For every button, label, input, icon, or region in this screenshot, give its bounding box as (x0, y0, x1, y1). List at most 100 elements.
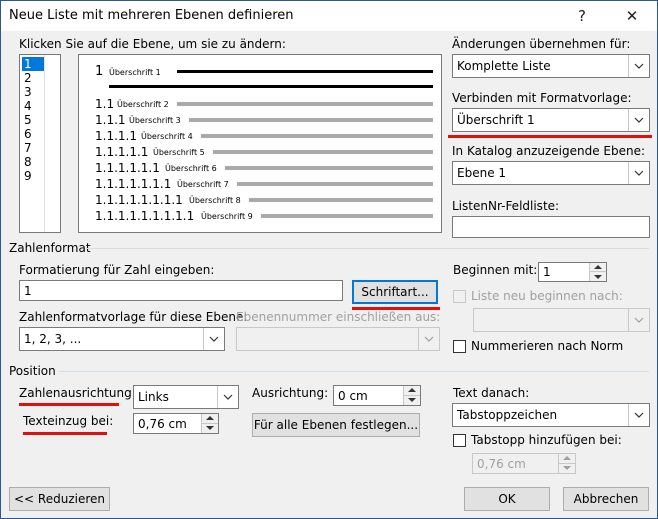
reduce-button[interactable]: << Reduzieren (9, 487, 110, 511)
font-button[interactable]: Schriftart... (352, 280, 438, 304)
annotation-underline (448, 135, 652, 138)
spin-up-icon[interactable] (559, 454, 575, 464)
spin-down-icon[interactable] (404, 396, 420, 406)
preview-heading: Überschrift 7 (177, 180, 229, 189)
preview-bar (177, 102, 433, 106)
level-item[interactable]: 1 (22, 57, 44, 71)
include-level-label: Ebenennummer einschließen aus: (236, 310, 441, 324)
apply-to-combo[interactable]: Komplette Liste (452, 54, 650, 78)
add-tab-checkbox[interactable] (453, 434, 466, 447)
number-format-group-label: Zahlenformat (9, 241, 91, 255)
chevron-down-icon[interactable] (628, 162, 649, 184)
spin-down-icon[interactable] (590, 272, 606, 281)
add-tab-spinner[interactable]: 0,76 cm (472, 453, 576, 474)
preview-heading: Überschrift 9 (201, 212, 253, 221)
chevron-down-icon[interactable] (418, 328, 439, 350)
close-button[interactable]: ✕ (617, 5, 647, 27)
chevron-down-icon[interactable] (203, 328, 224, 350)
preview-number: 1.1.1.1.1.1 (95, 161, 160, 175)
listnum-label: ListenNr-Feldliste: (452, 199, 560, 213)
add-tab-label: Tabstopp hinzufügen bei: (471, 433, 622, 447)
level-listbox[interactable]: 1 2 3 4 5 6 7 8 9 (19, 54, 61, 233)
indent-spinner[interactable]: 0,76 cm (133, 413, 219, 434)
group-divider (86, 248, 649, 249)
aligned-at-value: 0 cm (338, 389, 368, 403)
gallery-level-combo[interactable]: Ebene 1 (452, 161, 650, 185)
level-item[interactable]: 9 (22, 169, 44, 183)
preview-number: 1.1.1 (95, 113, 126, 127)
level-item[interactable]: 2 (22, 71, 44, 85)
spin-up-icon[interactable] (590, 263, 606, 272)
alignment-combo[interactable]: Links (133, 385, 239, 409)
level-item[interactable]: 8 (22, 155, 44, 169)
apply-to-label: Änderungen übernehmen für: (452, 37, 631, 51)
preview-heading: Überschrift 8 (189, 196, 241, 205)
legal-numbering-checkbox[interactable] (453, 340, 466, 353)
level-item[interactable]: 6 (22, 127, 44, 141)
apply-to-value: Komplette Liste (457, 59, 551, 73)
number-style-combo[interactable]: 1, 2, 3, ... (19, 327, 225, 351)
spin-down-icon[interactable] (559, 464, 575, 474)
preview-bar (177, 70, 433, 73)
annotation-underline (19, 403, 119, 406)
add-tab-value: 0,76 cm (477, 457, 526, 471)
spinner-buttons[interactable] (201, 414, 218, 433)
include-level-combo[interactable] (236, 327, 440, 351)
cancel-button[interactable]: Abbrechen (563, 487, 649, 511)
set-all-levels-button[interactable]: Für alle Ebenen festlegen... (252, 413, 420, 437)
alignment-value: Links (138, 390, 169, 404)
start-at-label: Beginnen mit: (453, 263, 538, 277)
help-button[interactable]: ? (567, 5, 597, 27)
chevron-down-icon[interactable] (628, 55, 649, 77)
preview-bar (109, 85, 433, 88)
dialog-window: Neue Liste mit mehreren Ebenen definiere… (0, 0, 658, 519)
spinner-buttons[interactable] (403, 386, 420, 405)
preview-heading: Überschrift 5 (153, 148, 205, 157)
preview-bar (189, 118, 433, 122)
restart-after-combo[interactable] (473, 308, 650, 332)
start-at-spinner[interactable]: 1 (538, 262, 607, 282)
indent-label: Texteinzug bei: (23, 414, 114, 428)
chevron-down-icon[interactable] (628, 404, 649, 426)
spinner-buttons[interactable] (589, 263, 606, 281)
preview-bar (261, 214, 433, 218)
spin-up-icon[interactable] (404, 386, 420, 396)
follow-number-label: Text danach: (453, 386, 530, 400)
chevron-down-icon[interactable] (628, 109, 649, 131)
number-style-label: Zahlenformatvorlage für diese Ebene: (19, 310, 248, 324)
chevron-down-icon[interactable] (217, 386, 238, 408)
listnum-field[interactable] (452, 216, 650, 238)
preview-heading: Überschrift 6 (165, 164, 217, 173)
follow-number-combo[interactable]: Tabstoppzeichen (452, 403, 650, 427)
aligned-at-spinner[interactable]: 0 cm (333, 385, 421, 406)
chevron-down-icon[interactable] (628, 309, 649, 331)
link-style-combo[interactable]: Überschrift 1 (452, 108, 650, 132)
level-item[interactable]: 4 (22, 99, 44, 113)
position-group-label: Position (9, 364, 56, 378)
number-format-input[interactable]: 1 (19, 280, 343, 301)
level-item[interactable]: 7 (22, 141, 44, 155)
window-title: Neue Liste mit mehreren Ebenen definiere… (9, 8, 294, 23)
preview-number: 1.1.1.1.1.1.1.1.1 (95, 209, 195, 223)
number-style-value: 1, 2, 3, ... (24, 332, 82, 346)
preview-bar (201, 134, 433, 138)
restart-checkbox[interactable] (453, 290, 466, 303)
gallery-level-value: Ebene 1 (457, 166, 507, 180)
spinner-buttons[interactable] (558, 454, 575, 473)
link-style-label: Verbinden mit Formatvorlage: (452, 91, 632, 105)
ok-button[interactable]: OK (464, 487, 550, 511)
level-item[interactable]: 5 (22, 113, 44, 127)
title-bar: Neue Liste mit mehreren Ebenen definiere… (1, 1, 657, 31)
level-item[interactable]: 3 (22, 85, 44, 99)
preview-number: 1.1.1.1 (95, 129, 137, 143)
listbox-scrollbar[interactable] (44, 55, 61, 232)
spin-up-icon[interactable] (202, 414, 218, 424)
preview-heading: Überschrift 4 (141, 132, 193, 141)
preview-heading: Überschrift 3 (129, 116, 181, 125)
group-divider (59, 371, 649, 372)
list-preview: 1 Überschrift 1 1.1 Überschrift 2 1.1.1 … (78, 54, 442, 233)
indent-value: 0,76 cm (138, 417, 187, 431)
preview-number: 1.1.1.1.1.1.1 (95, 177, 172, 191)
annotation-underline (23, 432, 107, 435)
spin-down-icon[interactable] (202, 424, 218, 434)
